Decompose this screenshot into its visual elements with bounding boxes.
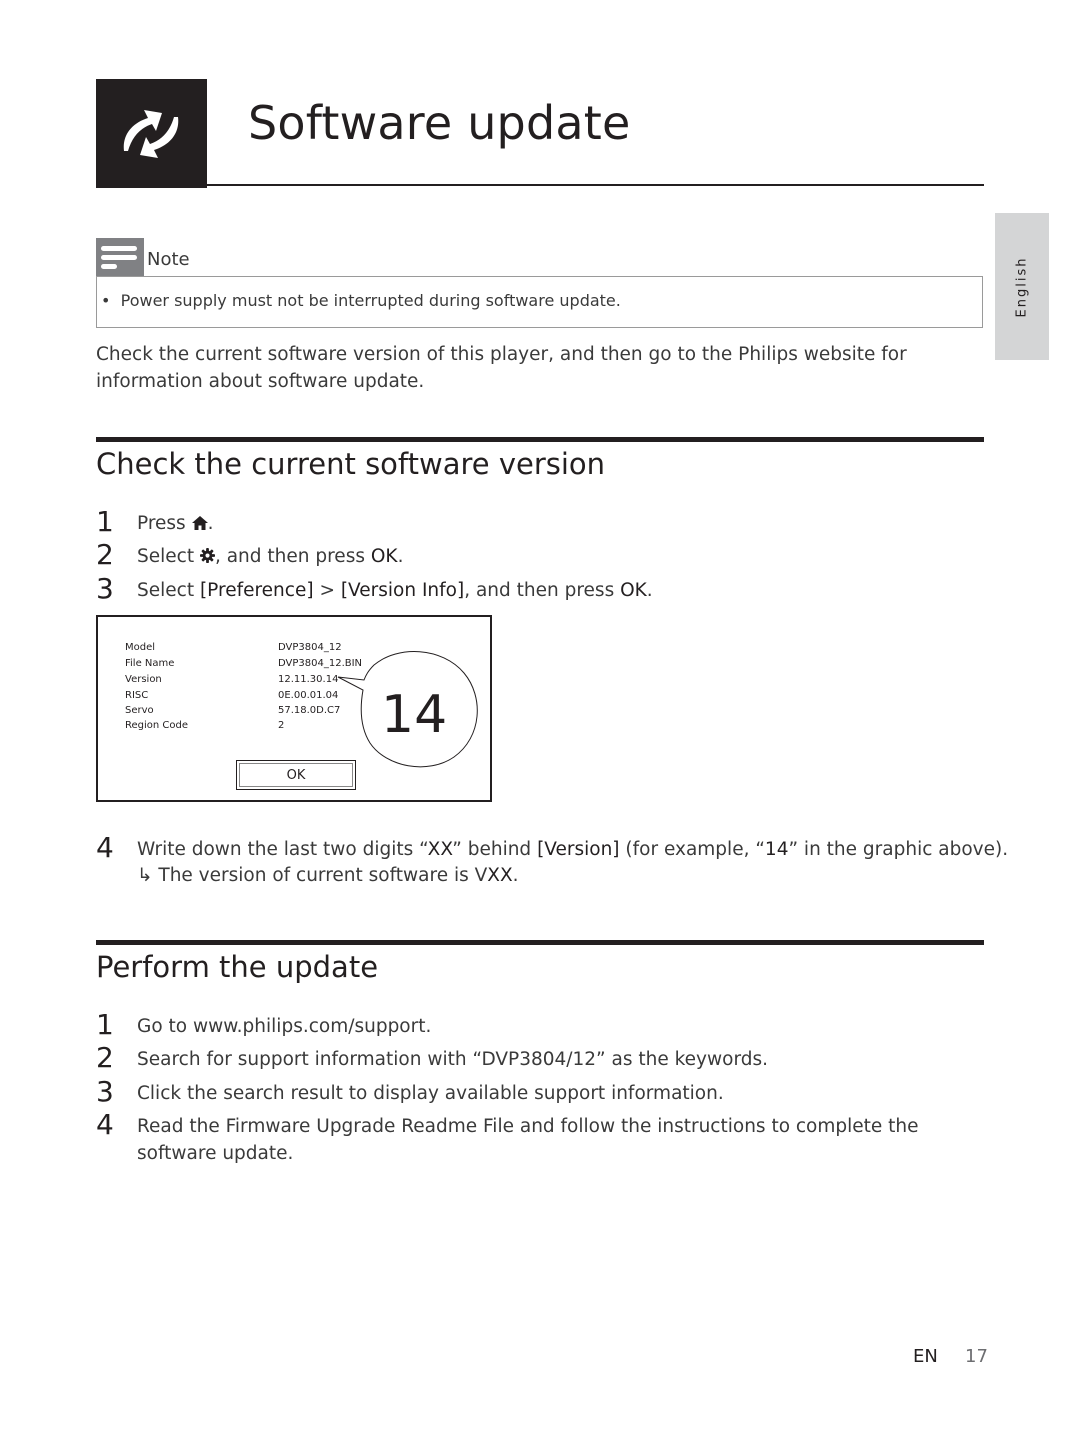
step-result: ↳ The version of current software is VXX… [137,865,519,886]
footer-language: EN [913,1346,938,1367]
intro-paragraph: Check the current software version of th… [96,344,907,392]
language-tab-label: English [1014,256,1030,317]
refresh-arrows-icon [123,110,179,158]
step-number: 4 [96,1108,114,1141]
home-icon [191,511,208,538]
section-divider [96,940,984,945]
step-number: 3 [96,572,114,605]
step-text: Click the search result to display avail… [137,1083,724,1104]
step-number: 2 [96,1041,114,1074]
step-text: Go to www.philips.com/support. [137,1016,432,1037]
gear-icon [199,544,215,571]
section-title-check-version: Check the current software version [96,447,606,481]
callout-number: 14 [381,685,448,745]
step-number: 1 [96,1008,114,1041]
chapter-title: Software update [248,96,631,150]
section-divider [96,437,984,442]
ok-button[interactable]: OK [236,760,356,790]
page-number: 17 [965,1346,988,1367]
chapter-divider [207,184,984,186]
step-number: 3 [96,1075,114,1108]
step-number: 1 [96,505,114,538]
step-text: Search for support information with “DVP… [137,1049,768,1070]
language-tab: English [995,213,1049,360]
note-item: • Power supply must not be interrupted d… [101,291,621,310]
note-lines-icon [96,238,144,276]
step-number: 4 [96,831,114,864]
chapter-icon-box [96,79,207,188]
bullet: • [101,291,121,310]
step-text: Read the Firmware Upgrade Readme File an… [137,1116,919,1164]
step-number: 2 [96,538,114,571]
result-arrow-icon: ↳ [137,865,153,886]
section-title-perform-update: Perform the update [96,950,379,984]
version-info-screen: Model DVP3804_12 File Name DVP3804_12.BI… [96,615,492,802]
note-label: Note [147,249,190,270]
